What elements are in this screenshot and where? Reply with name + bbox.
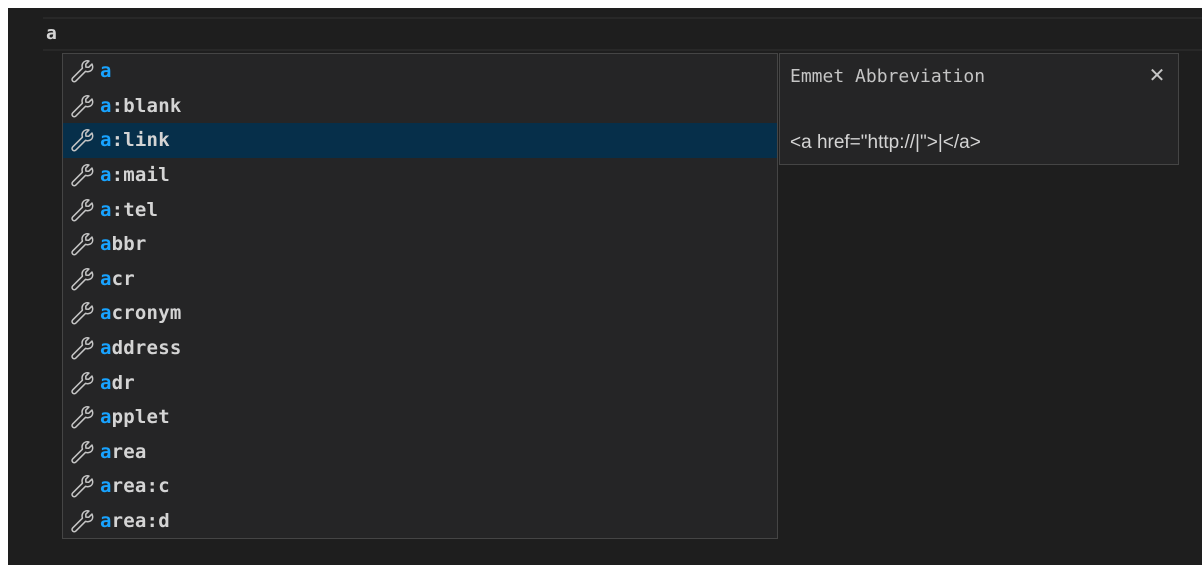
suggest-item-rest: :blank — [111, 94, 182, 117]
suggest-item-rest: dr — [111, 371, 135, 394]
suggest-item-match: a — [100, 233, 112, 256]
editor-line-text[interactable]: a — [46, 22, 57, 46]
editor[interactable]: a a a:blank a:link a:mail a:tel abbr acr… — [8, 8, 1202, 565]
suggest-item-rest: rea:c — [111, 475, 170, 498]
suggest-item-rest: cr — [111, 267, 135, 290]
suggest-item-match: a — [100, 60, 112, 83]
suggest-item-match: a — [100, 337, 112, 360]
suggest-item-label: applet — [100, 406, 170, 428]
suggest-item[interactable]: a — [63, 54, 777, 89]
suggest-item-rest: bbr — [111, 233, 147, 256]
suggest-item-label: acronym — [100, 302, 181, 324]
suggest-item-label: area:d — [100, 510, 170, 532]
suggest-item[interactable]: adr — [63, 365, 777, 400]
suggest-item-match: a — [100, 198, 112, 221]
suggest-item-label: acr — [100, 268, 135, 290]
suggest-item-rest: :link — [111, 129, 170, 152]
wrench-icon — [71, 129, 94, 152]
suggest-list[interactable]: a a:blank a:link a:mail a:tel abbr acr a… — [63, 54, 777, 538]
suggest-widget[interactable]: a a:blank a:link a:mail a:tel abbr acr a… — [62, 53, 778, 539]
wrench-icon — [71, 475, 94, 498]
suggest-item-label: a — [100, 60, 112, 82]
wrench-icon — [71, 233, 94, 256]
suggest-item[interactable]: area:d — [63, 504, 777, 538]
suggest-item[interactable]: abbr — [63, 227, 777, 262]
suggest-item-label: address — [100, 337, 181, 359]
wrench-icon — [71, 302, 94, 325]
suggest-item-label: a:link — [100, 129, 170, 151]
wrench-icon — [71, 164, 94, 187]
suggest-item[interactable]: applet — [63, 400, 777, 435]
current-line-highlight — [43, 17, 1202, 51]
suggest-item-rest: cronym — [111, 302, 182, 325]
wrench-icon — [71, 440, 94, 464]
suggest-item[interactable]: area — [63, 435, 777, 470]
suggest-item[interactable]: a:mail — [63, 158, 777, 193]
suggest-item-match: a — [100, 475, 112, 498]
suggest-item-label: area — [100, 441, 147, 463]
suggest-item-match: a — [100, 302, 112, 325]
suggest-item[interactable]: acr — [63, 262, 777, 297]
wrench-icon — [71, 337, 94, 360]
close-icon[interactable]: ✕ — [1146, 64, 1168, 86]
suggest-item-match: a — [100, 164, 112, 187]
suggest-item-label: a:blank — [100, 95, 181, 117]
suggest-details-panel: Emmet Abbreviation ✕ <a href="http://|">… — [779, 53, 1179, 165]
wrench-icon — [71, 198, 94, 222]
wrench-icon — [71, 406, 94, 429]
suggest-item[interactable]: a:link — [63, 123, 777, 158]
suggest-item-label: a:tel — [100, 199, 158, 221]
suggest-item-match: a — [100, 267, 112, 290]
suggest-item-match: a — [100, 406, 112, 429]
suggest-item-label: a:mail — [100, 164, 170, 186]
suggest-item-rest: ddress — [111, 337, 182, 360]
wrench-icon — [71, 510, 94, 533]
suggest-item-rest: rea — [111, 440, 147, 463]
suggest-item-label: adr — [100, 372, 135, 394]
suggest-item-rest: :mail — [111, 164, 170, 187]
wrench-icon — [71, 94, 94, 118]
suggest-item-label: abbr — [100, 233, 147, 255]
wrench-icon — [71, 60, 94, 83]
suggest-item-rest: :tel — [111, 198, 159, 221]
details-body: <a href="http://|">|</a> — [790, 132, 981, 153]
suggest-item-match: a — [100, 371, 112, 394]
suggest-item-match: a — [100, 129, 112, 152]
suggest-item-match: a — [100, 94, 112, 117]
wrench-icon — [71, 267, 94, 291]
wrench-icon — [71, 371, 94, 395]
suggest-item[interactable]: a:tel — [63, 192, 777, 227]
suggest-item[interactable]: a:blank — [63, 89, 777, 124]
suggest-item-match: a — [100, 440, 112, 463]
suggest-item[interactable]: address — [63, 331, 777, 366]
suggest-item-rest: pplet — [111, 406, 170, 429]
suggest-item-label: area:c — [100, 475, 170, 497]
details-title: Emmet Abbreviation — [790, 66, 986, 87]
suggest-item-match: a — [100, 510, 112, 533]
suggest-item[interactable]: area:c — [63, 469, 777, 504]
suggest-item[interactable]: acronym — [63, 296, 777, 331]
suggest-item-rest: rea:d — [111, 510, 170, 533]
